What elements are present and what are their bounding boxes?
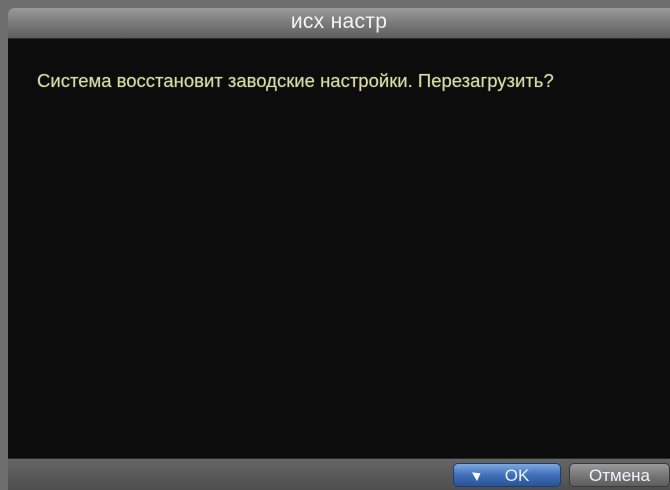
mouse-pointer-icon [471, 468, 484, 482]
reset-confirm-dialog: исх настр Система восстановит заводские … [8, 8, 670, 490]
ok-button[interactable]: OK [453, 463, 561, 487]
dialog-titlebar: исх настр [8, 8, 670, 39]
dialog-footer: OK Отмена [8, 458, 670, 490]
dialog-title: исх настр [290, 10, 388, 33]
confirm-message: Система восстановит заводские настройки.… [37, 70, 554, 91]
screen: исх настр Система восстановит заводские … [0, 0, 670, 490]
cancel-button[interactable]: Отмена [569, 463, 670, 487]
cancel-button-label: Отмена [589, 466, 650, 485]
ok-button-label: OK [504, 466, 530, 485]
